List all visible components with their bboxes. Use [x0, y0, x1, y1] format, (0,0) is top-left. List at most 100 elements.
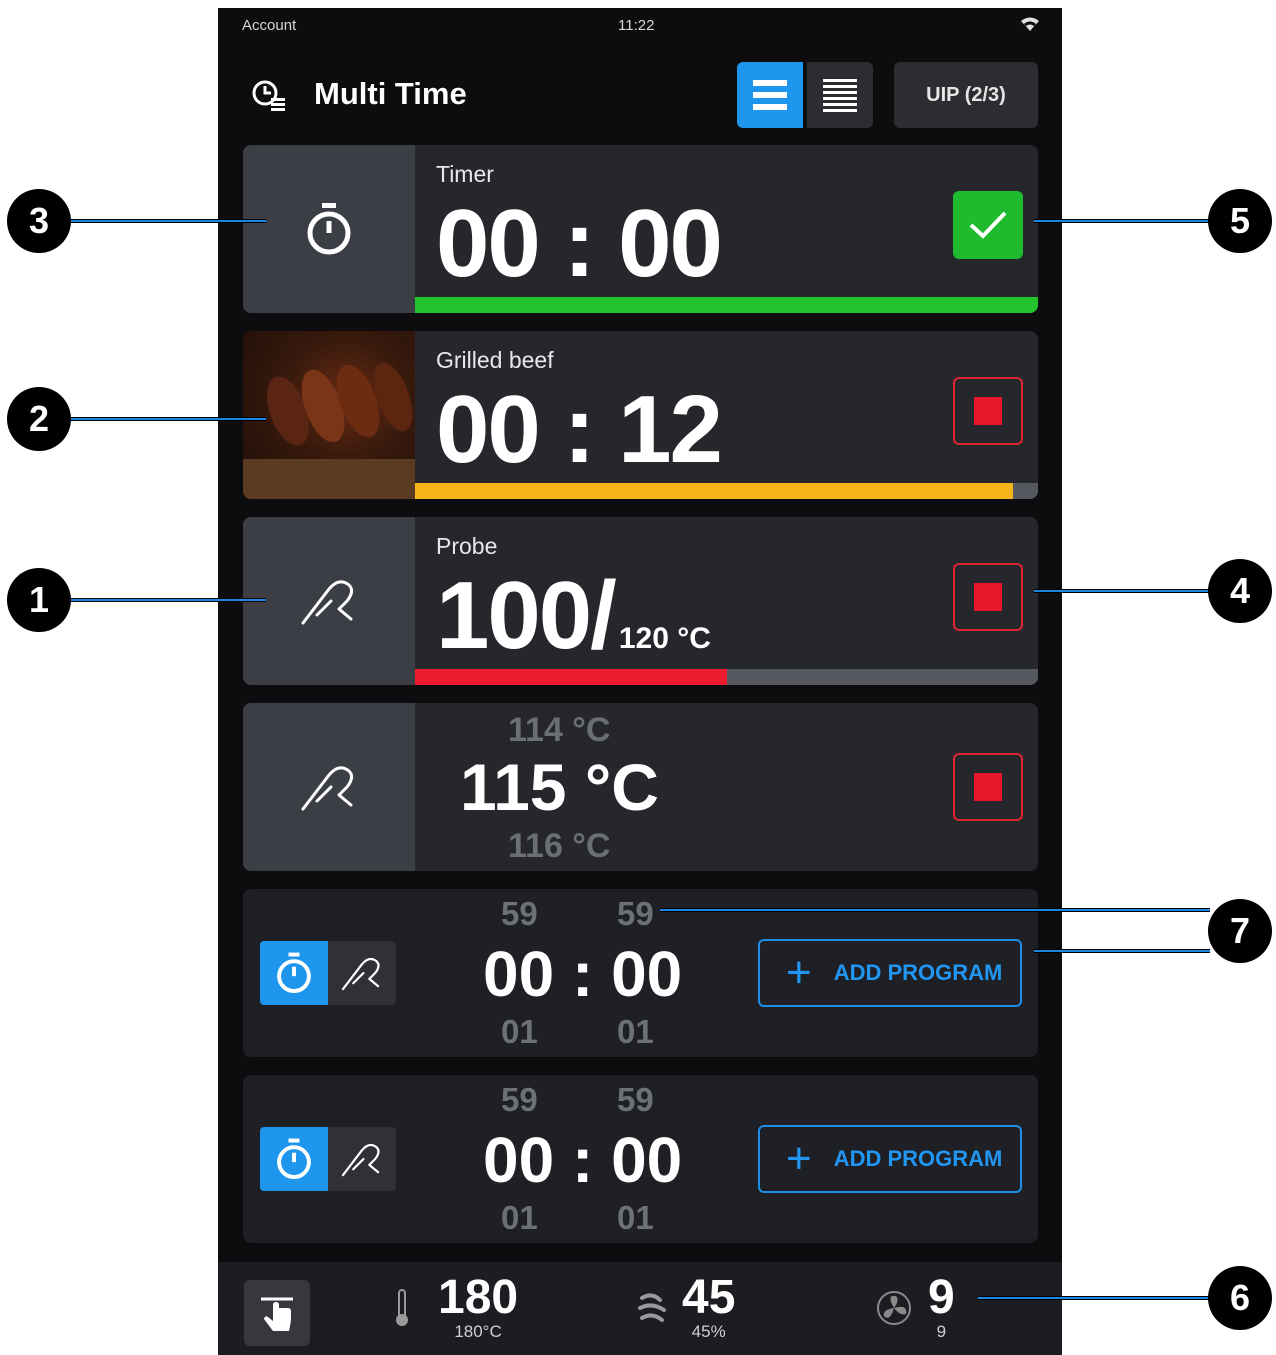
temp-option-below[interactable]: 116 °C	[508, 827, 610, 866]
seconds-below[interactable]: 01	[617, 1199, 654, 1237]
plus-icon: +	[786, 1134, 812, 1183]
fan-icon	[877, 1291, 911, 1325]
timer-label: Timer	[436, 161, 494, 187]
timer-progress-fill	[415, 297, 1038, 313]
plus-icon: +	[786, 948, 812, 997]
probe-mode-button[interactable]	[328, 941, 396, 1005]
page-header: Multi Time UIP (2/3)	[218, 58, 1062, 130]
stopwatch-icon	[307, 203, 351, 255]
stopwatch-icon	[277, 952, 311, 994]
callout-3: 3	[7, 189, 71, 253]
fan-value: 9	[928, 1271, 955, 1324]
minutes-below[interactable]: 01	[501, 1199, 538, 1237]
probe-icon	[301, 580, 354, 625]
callout-1-leader	[70, 598, 266, 602]
callout-4: 4	[1208, 559, 1272, 623]
bottom-status-bar: 180 180°C 45 45% 9 9	[218, 1262, 1062, 1355]
stop-icon	[974, 773, 1002, 801]
probe-picker-tile[interactable]	[243, 703, 415, 871]
humidity-value: 45	[682, 1271, 736, 1324]
add-program-button[interactable]: + ADD PROGRAM	[758, 939, 1022, 1007]
grilled-beef-progress-bar	[415, 483, 1038, 499]
grilled-beef-image[interactable]	[243, 331, 415, 499]
probe-icon	[341, 957, 380, 991]
empty-slot-card-1: 59 59 00 : 00 01 01 + ADD PROGRAM	[243, 889, 1038, 1057]
seconds-below[interactable]: 01	[617, 1013, 654, 1051]
mode-toggle	[260, 941, 396, 1005]
stop-icon	[974, 397, 1002, 425]
grilled-beef-progress-fill	[415, 483, 1014, 499]
fan-stat[interactable]: 9 9	[876, 1274, 955, 1342]
temperature-stat[interactable]: 180 180°C	[394, 1274, 518, 1342]
wifi-icon	[1020, 16, 1040, 36]
list-view-icon	[753, 80, 787, 110]
grilled-beef-label: Grilled beef	[436, 347, 554, 373]
add-program-label: ADD PROGRAM	[833, 1146, 1003, 1171]
timer-done-button[interactable]	[953, 191, 1023, 259]
callout-6: 6	[1208, 1266, 1272, 1330]
account-label[interactable]: Account	[242, 17, 296, 34]
callout-7-leader-upper	[660, 908, 1210, 912]
minutes-below[interactable]: 01	[501, 1013, 538, 1051]
add-program-label: ADD PROGRAM	[833, 960, 1003, 985]
fan-sub: 9	[936, 1322, 947, 1341]
grilled-beef-stop-button[interactable]	[953, 377, 1023, 445]
status-bar: Account 11:22	[218, 8, 1062, 44]
compact-view-button[interactable]	[807, 62, 873, 128]
probe-target: 120 °C	[618, 622, 711, 655]
grilled-beef-value: 00 : 12	[436, 376, 723, 483]
seconds-above[interactable]: 59	[617, 895, 654, 933]
stop-icon	[974, 583, 1002, 611]
probe-picker-stop-button[interactable]	[953, 753, 1023, 821]
humidity-stat[interactable]: 45 45%	[638, 1274, 735, 1342]
probe-card[interactable]: Probe 100/120 °C	[243, 517, 1038, 685]
callout-7-leader-lower	[1034, 949, 1210, 953]
probe-label: Probe	[436, 533, 498, 559]
time-picker-value[interactable]: 00 : 00	[483, 1123, 682, 1197]
multi-time-icon	[250, 76, 290, 116]
probe-value: 100/120 °C	[436, 561, 711, 671]
probe-mode-tile[interactable]	[243, 517, 415, 685]
temp-option-above[interactable]: 114 °C	[508, 711, 610, 750]
add-program-button[interactable]: + ADD PROGRAM	[758, 1125, 1022, 1193]
minutes-above[interactable]: 59	[501, 895, 538, 933]
time-picker-value[interactable]: 00 : 00	[483, 937, 682, 1011]
probe-mode-button[interactable]	[328, 1127, 396, 1191]
status-time: 11:22	[618, 17, 655, 34]
grilled-beef-card[interactable]: Grilled beef 00 : 12	[243, 331, 1038, 499]
callout-2: 2	[7, 387, 71, 451]
callout-5-leader	[1034, 219, 1210, 223]
timer-mode-button[interactable]	[260, 1127, 328, 1191]
callout-6-leader	[978, 1296, 1210, 1300]
timer-progress-bar	[415, 297, 1038, 313]
empty-slot-card-2: 59 59 00 : 00 01 01 + ADD PROGRAM	[243, 1075, 1038, 1243]
mode-toggle	[260, 1127, 396, 1191]
callout-7: 7	[1208, 899, 1272, 963]
seconds-above[interactable]: 59	[617, 1081, 654, 1119]
timer-mode-button[interactable]	[260, 941, 328, 1005]
list-view-button[interactable]	[737, 62, 803, 128]
thermometer-icon	[396, 1289, 408, 1326]
callout-4-leader	[1034, 589, 1210, 593]
device-screen: Account 11:22 Multi Time UIP (2/3) Timer…	[218, 8, 1062, 1355]
timer-card[interactable]: Timer 00 : 00	[243, 145, 1038, 313]
callout-2-leader	[70, 417, 266, 421]
probe-current: 100/	[436, 562, 617, 669]
humidity-sub: 45%	[691, 1322, 726, 1341]
probe-picker-card[interactable]: 114 °C 115 °C 116 °C	[243, 703, 1038, 871]
timer-mode-tile[interactable]	[243, 145, 415, 313]
minutes-above[interactable]: 59	[501, 1081, 538, 1119]
probe-icon	[341, 1143, 380, 1177]
temp-option-selected[interactable]: 115 °C	[460, 749, 659, 825]
probe-icon	[301, 766, 354, 811]
uip-button[interactable]: UIP (2/3)	[894, 62, 1038, 128]
callout-1: 1	[7, 568, 71, 632]
steam-icon	[638, 1293, 666, 1322]
touch-button[interactable]	[244, 1280, 310, 1346]
probe-stop-button[interactable]	[953, 563, 1023, 631]
probe-progress-bar	[415, 669, 1038, 685]
timer-value: 00 : 00	[436, 190, 723, 297]
check-icon	[969, 211, 1007, 239]
compact-view-icon	[823, 79, 857, 112]
temperature-sub: 180°C	[454, 1322, 502, 1341]
